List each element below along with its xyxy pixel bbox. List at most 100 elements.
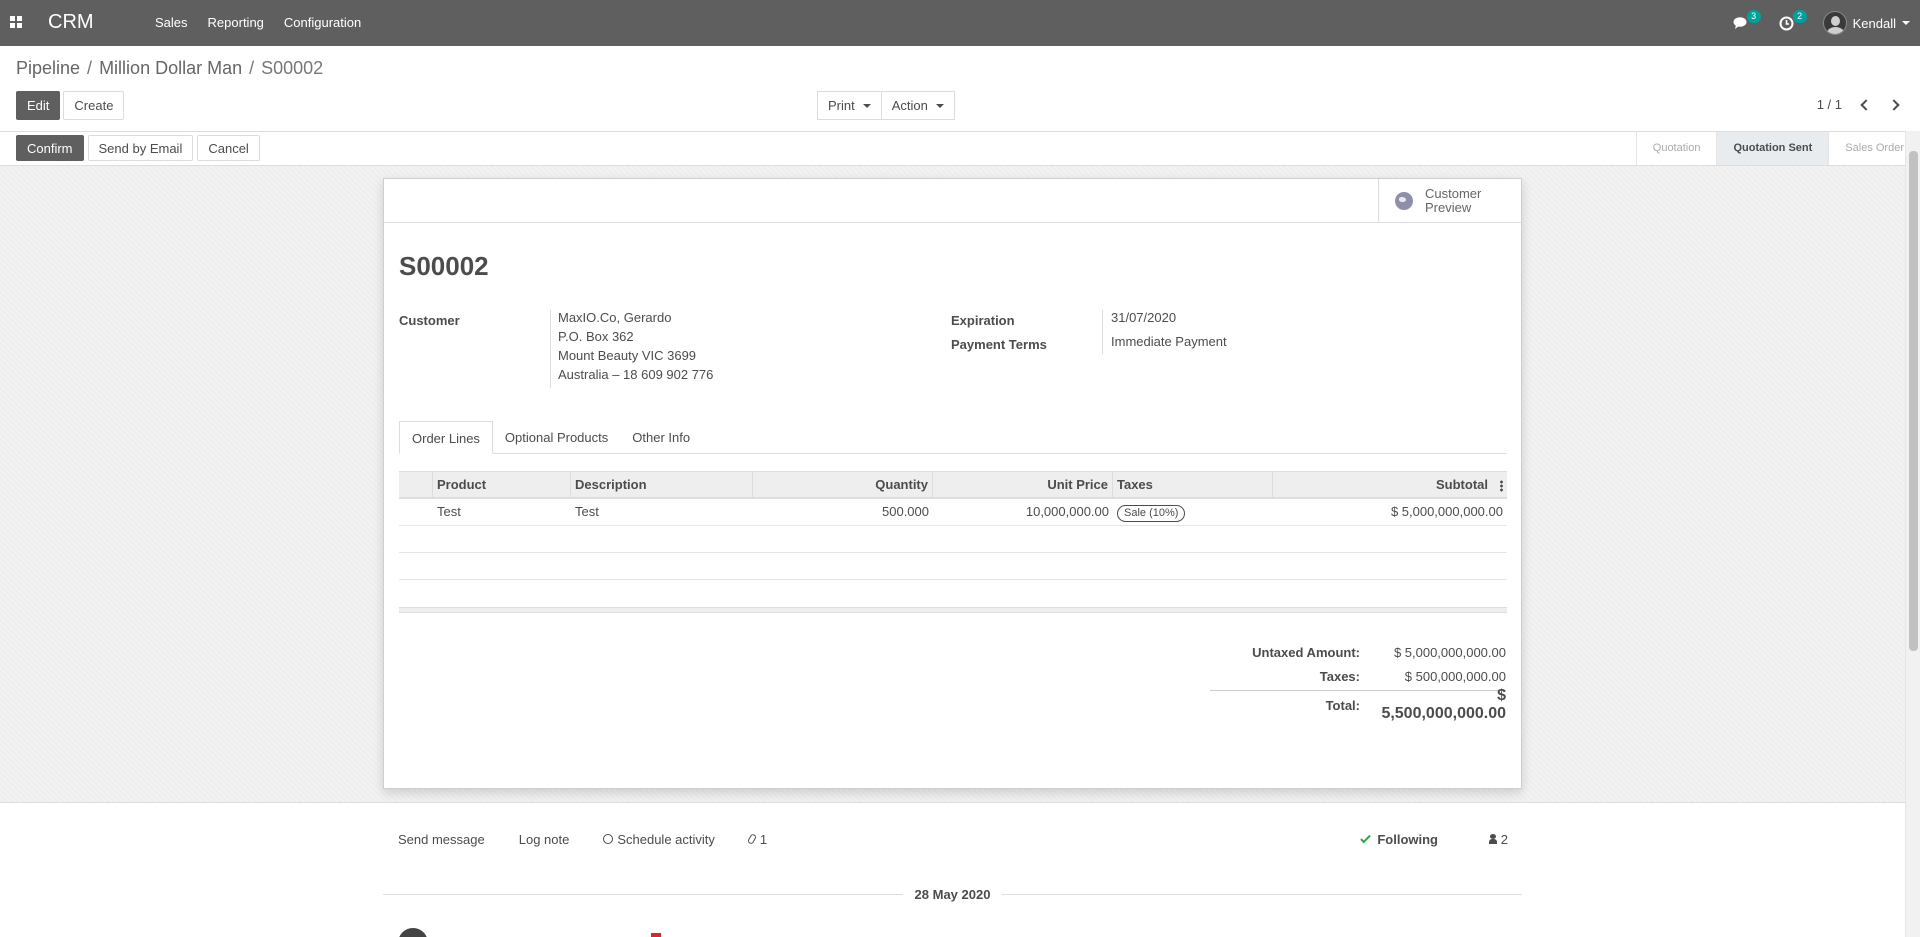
menu-configuration[interactable]: Configuration	[284, 15, 361, 30]
untaxed-amount-row: Untaxed Amount: $ 5,000,000,000.00	[1210, 640, 1506, 664]
customer-name: MaxIO.Co, Gerardo	[558, 310, 672, 325]
stage-quotation[interactable]: Quotation	[1635, 132, 1717, 165]
divider	[1102, 310, 1103, 354]
caret-down-icon	[935, 103, 944, 108]
column-header-unit-price[interactable]: Unit Price	[933, 472, 1113, 497]
customer-preview-label: Customer Preview	[1425, 185, 1482, 215]
schedule-activity-button[interactable]: Schedule activity	[603, 832, 715, 847]
divider	[383, 893, 903, 895]
cell-quantity: 500.000	[882, 504, 929, 519]
pager: 1 / 1	[1817, 97, 1900, 112]
user-icon	[1488, 834, 1497, 844]
cell-taxes: Sale (10%)	[1113, 499, 1273, 525]
tax-tag: Sale (10%)	[1117, 505, 1186, 522]
notebook-tabs: Order Lines Optional Products Other Info	[399, 421, 1507, 454]
total-value: $ 5,500,000,000.00	[1381, 687, 1506, 722]
main-menu: Sales Reporting Configuration	[155, 15, 381, 30]
form-sheet: Customer Preview S00002 Customer MaxIO.C…	[383, 178, 1522, 789]
following-button[interactable]: Following	[1360, 827, 1438, 851]
print-label: Print	[828, 98, 855, 113]
message-author-avatar[interactable]	[398, 928, 428, 937]
message-flag-icon	[651, 933, 661, 937]
empty-row	[399, 553, 1507, 580]
order-lines-table: Product Description Quantity Unit Price …	[399, 471, 1507, 613]
menu-reporting[interactable]: Reporting	[208, 15, 264, 30]
scrollbar-thumb[interactable]	[1909, 151, 1918, 651]
column-header-description[interactable]: Description	[571, 472, 753, 497]
column-header-subtotal-cell: Subtotal	[1273, 472, 1507, 497]
column-header-product[interactable]: Product	[433, 472, 571, 497]
log-note-button[interactable]: Log note	[519, 832, 570, 847]
send-by-email-button[interactable]: Send by Email	[87, 135, 194, 161]
cell-description: Test	[575, 504, 599, 519]
globe-icon	[1395, 191, 1413, 210]
column-header-quantity[interactable]: Quantity	[753, 472, 933, 497]
systray: 3 2 Kendall	[1731, 10, 1910, 36]
stage-pipeline: Quotation Quotation Sent Sales Order	[1635, 132, 1920, 165]
payment-terms-label: Payment Terms	[951, 337, 1047, 352]
sidebar-buttons: Print Action	[817, 91, 955, 120]
app-brand[interactable]: CRM	[48, 11, 94, 34]
table-header: Product Description Quantity Unit Price …	[399, 471, 1507, 499]
messages-badge: 3	[1746, 10, 1761, 23]
edit-button[interactable]: Edit	[16, 91, 61, 120]
check-icon	[1360, 832, 1372, 843]
untaxed-amount-label: Untaxed Amount:	[1252, 644, 1360, 660]
customer-address[interactable]: MaxIO.Co, Gerardo P.O. Box 362 Mount Bea…	[558, 308, 713, 384]
cell-subtotal: $ 5,000,000,000.00	[1390, 504, 1503, 519]
menu-sales[interactable]: Sales	[155, 15, 188, 30]
column-header-subtotal[interactable]: Subtotal	[1436, 477, 1488, 492]
divider	[550, 310, 551, 388]
send-message-button[interactable]: Send message	[398, 832, 485, 847]
attachments-button[interactable]: 1	[746, 832, 767, 847]
activities-icon[interactable]: 2	[1777, 10, 1807, 33]
followers-button[interactable]: 2	[1488, 827, 1508, 851]
taxes-value: $ 500,000,000.00	[1404, 668, 1506, 684]
breadcrumb-opportunity[interactable]: Million Dollar Man	[99, 58, 242, 79]
table-row[interactable]: Test Test 500.000 10,000,000.00 Sale (10…	[399, 499, 1507, 526]
expiration-value: 31/07/2020	[1111, 310, 1177, 325]
table-footer	[399, 607, 1507, 613]
action-label: Action	[891, 98, 928, 113]
divider	[384, 222, 1380, 223]
empty-row	[399, 580, 1507, 607]
following-label: Following	[1377, 831, 1438, 847]
customer-preview-button[interactable]: Customer Preview	[1378, 179, 1521, 223]
activities-badge: 2	[1792, 10, 1807, 23]
messages-icon[interactable]: 3	[1731, 10, 1761, 33]
date-separator: 28 May 2020	[383, 885, 1522, 903]
tab-order-lines[interactable]: Order Lines	[399, 421, 493, 454]
breadcrumb-pipeline[interactable]: Pipeline	[16, 58, 80, 79]
confirm-button[interactable]: Confirm	[16, 135, 84, 161]
user-name[interactable]: Kendall	[1853, 16, 1896, 31]
customer-address-line: Mount Beauty VIC 3699	[558, 348, 697, 363]
column-header-taxes[interactable]: Taxes	[1113, 472, 1273, 497]
payment-terms-value: Immediate Payment	[1111, 334, 1227, 349]
action-dropdown[interactable]: Action	[881, 91, 955, 120]
customer-address-line: Australia – 18 609 902 776	[558, 367, 714, 382]
optional-columns-icon[interactable]	[1500, 479, 1503, 492]
tab-other-info[interactable]: Other Info	[620, 421, 702, 454]
pager-value[interactable]: 1 / 1	[1817, 97, 1842, 112]
document-title: S00002	[399, 251, 489, 281]
print-dropdown[interactable]: Print	[817, 91, 882, 120]
chevron-right-icon[interactable]	[1888, 98, 1900, 111]
chatter-topbar: Send message Log note Schedule activity …	[398, 827, 1508, 851]
user-menu-caret-icon[interactable]	[1902, 21, 1910, 25]
total-label: Total:	[1325, 697, 1360, 713]
apps-menu-icon[interactable]	[10, 16, 22, 28]
tab-optional-products[interactable]: Optional Products	[493, 421, 620, 454]
stage-quotation-sent[interactable]: Quotation Sent	[1716, 132, 1829, 165]
chevron-left-icon[interactable]	[1860, 98, 1872, 111]
schedule-activity-label: Schedule activity	[617, 831, 715, 847]
user-avatar[interactable]	[1822, 11, 1847, 35]
row-handle	[399, 499, 433, 525]
form-statusbar: Confirm Send by Email Cancel Quotation Q…	[0, 131, 1920, 166]
caret-down-icon	[862, 103, 871, 108]
scrollbar[interactable]	[1905, 131, 1920, 937]
breadcrumb-separator: /	[87, 58, 93, 78]
date-label: 28 May 2020	[914, 886, 991, 902]
customer-address-line: P.O. Box 362	[558, 329, 634, 344]
create-button[interactable]: Create	[63, 91, 125, 120]
cancel-button[interactable]: Cancel	[197, 135, 260, 161]
